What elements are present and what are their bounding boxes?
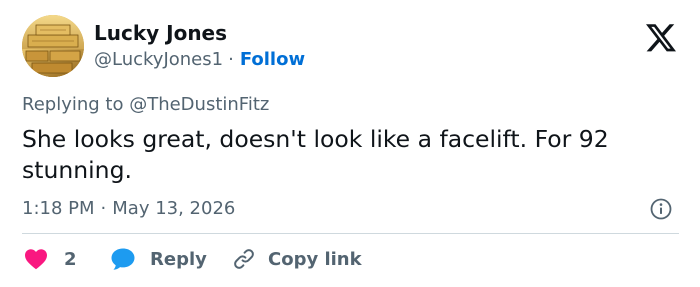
tweet-date: May 13, 2026 bbox=[112, 198, 236, 219]
reply-button[interactable]: Reply bbox=[110, 245, 207, 273]
reply-label: Reply bbox=[150, 248, 207, 270]
info-icon[interactable] bbox=[650, 198, 672, 220]
tweet-time: 1:18 PM bbox=[22, 198, 95, 219]
tweet-timestamp[interactable]: 1:18 PM · May 13, 2026 bbox=[22, 196, 235, 222]
like-count: 2 bbox=[64, 248, 77, 270]
author-display-name[interactable]: Lucky Jones bbox=[94, 20, 227, 46]
avatar[interactable] bbox=[22, 15, 84, 77]
author-handle[interactable]: @LuckyJones1 bbox=[94, 49, 223, 70]
link-icon bbox=[234, 249, 254, 269]
divider bbox=[22, 233, 679, 234]
speech-bubble-icon bbox=[111, 248, 135, 270]
gold-bars-icon bbox=[22, 15, 84, 77]
handle-separator: · bbox=[228, 49, 234, 70]
like-button[interactable]: 2 bbox=[24, 245, 77, 273]
tweet-text: She looks great, doesn't look like a fac… bbox=[22, 125, 609, 184]
tweet-embed-card: Lucky Jones @LuckyJones1 · Follow Replying… bbox=[0, 0, 700, 287]
copy-link-label: Copy link bbox=[268, 248, 362, 270]
follow-button[interactable]: Follow bbox=[240, 49, 305, 70]
author-handle-row: @LuckyJones1 · Follow bbox=[94, 47, 305, 73]
copy-link-button[interactable]: Copy link bbox=[232, 245, 362, 273]
heart-icon bbox=[25, 249, 47, 270]
x-logo-icon[interactable] bbox=[646, 24, 676, 52]
replying-to[interactable]: Replying to @TheDustinFitz bbox=[22, 92, 269, 118]
timestamp-separator: · bbox=[100, 198, 107, 219]
